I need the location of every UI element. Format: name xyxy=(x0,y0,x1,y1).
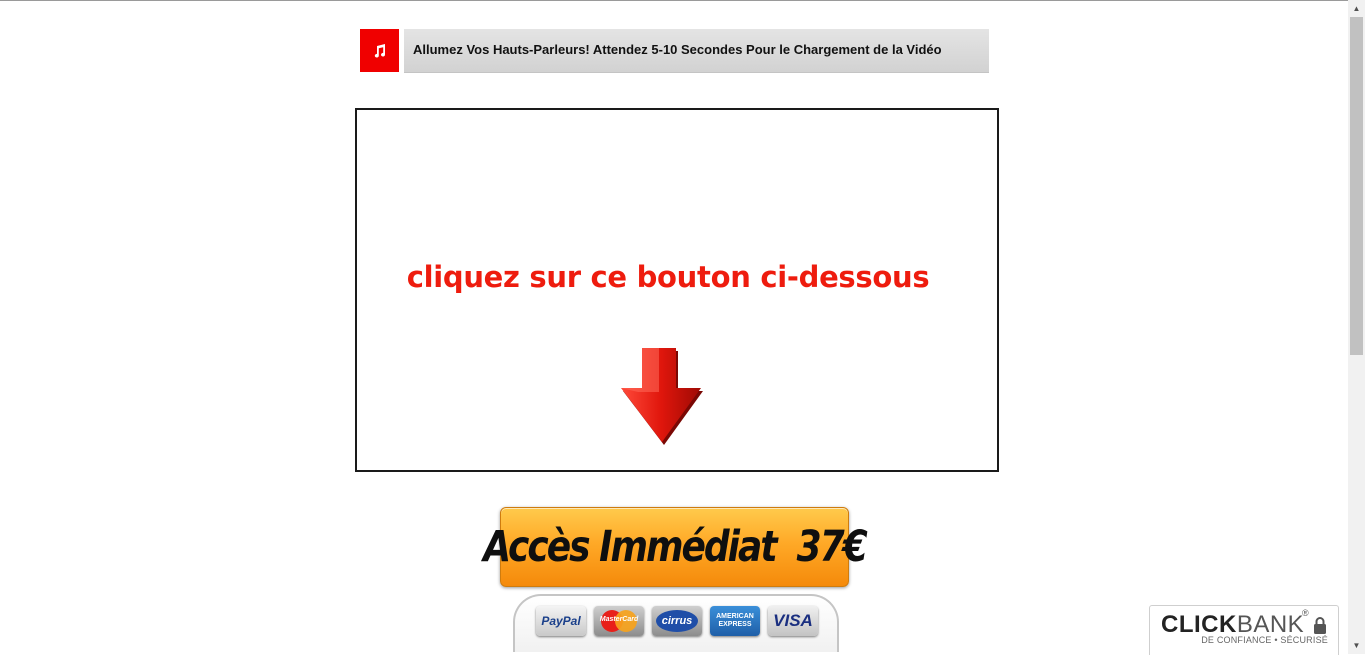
scroll-up-icon[interactable]: ▲ xyxy=(1348,0,1365,17)
visa-text: VISA xyxy=(773,611,813,630)
video-player[interactable]: cliquez sur ce bouton ci-dessous xyxy=(355,108,999,472)
video-caption: cliquez sur ce bouton ci-dessous xyxy=(406,260,930,294)
paypal-logo: PayPal xyxy=(536,606,586,636)
amex-line1: AMERICAN xyxy=(716,613,754,620)
scrollbar-thumb[interactable] xyxy=(1350,17,1363,355)
buy-now-label: Accès Immédiat 37€ xyxy=(483,522,867,572)
sound-banner: Allumez Vos Hauts-Parleurs! Attendez 5-1… xyxy=(360,29,990,73)
scroll-down-icon[interactable]: ▼ xyxy=(1348,637,1365,654)
mastercard-logo: MasterCard xyxy=(594,606,644,636)
payment-methods: PayPal MasterCard cirrus AMERICAN EXPRES… xyxy=(513,594,839,652)
paypal-text: PayPal xyxy=(541,614,581,628)
registered-mark: ® xyxy=(1302,608,1309,618)
buy-now-button[interactable]: Accès Immédiat 37€ xyxy=(483,507,868,587)
clickbank-trust-badge[interactable]: CLICKBANK ® DE CONFIANCE • SÉCURISÉ xyxy=(1149,605,1339,655)
cirrus-text: cirrus xyxy=(656,610,698,632)
down-arrow-icon xyxy=(621,348,703,445)
vertical-scrollbar[interactable]: ▲ ▼ xyxy=(1348,0,1365,654)
music-note-icon xyxy=(360,29,399,72)
cirrus-logo: cirrus xyxy=(652,606,702,636)
clickbank-tagline: DE CONFIANCE • SÉCURISÉ xyxy=(1201,635,1328,645)
amex-logo: AMERICAN EXPRESS xyxy=(710,606,760,636)
visa-logo: VISA xyxy=(768,606,818,636)
sound-banner-text: Allumez Vos Hauts-Parleurs! Attendez 5-1… xyxy=(413,42,942,57)
mastercard-text: MasterCard xyxy=(599,616,639,623)
amex-line2: EXPRESS xyxy=(718,621,752,628)
lock-icon xyxy=(1314,617,1326,634)
sound-banner-text-box: Allumez Vos Hauts-Parleurs! Attendez 5-1… xyxy=(404,29,989,73)
top-border xyxy=(0,0,1365,1)
